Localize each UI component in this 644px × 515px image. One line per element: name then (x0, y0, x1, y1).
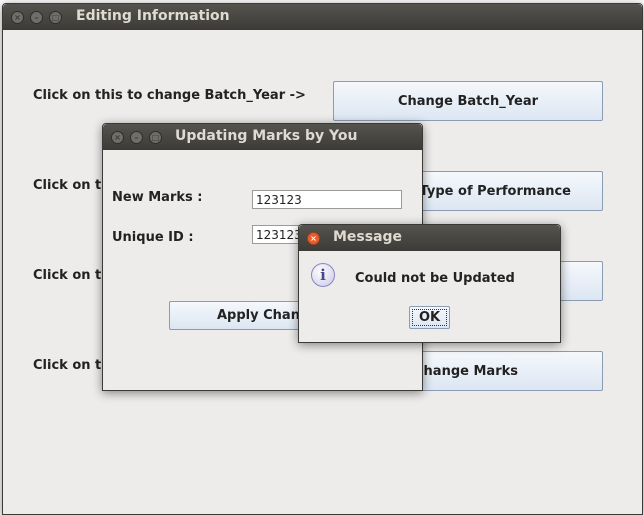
minimize-icon[interactable]: – (30, 11, 43, 24)
apply-changes-label: Apply Chang (217, 308, 310, 323)
info-icon: i (311, 263, 335, 287)
message-text: Could not be Updated (355, 271, 515, 286)
main-titlebar[interactable]: × – □ Editing Information (3, 4, 642, 30)
message-dialog: × Message i Could not be Updated OK (298, 224, 561, 343)
unique-id-label: Unique ID : (112, 230, 194, 245)
minimize-icon[interactable]: – (130, 131, 143, 144)
apply-changes-button[interactable]: Apply Chang (169, 301, 319, 330)
update-dialog-title: Updating Marks by You (175, 128, 358, 144)
update-dialog-titlebar[interactable]: × – □ Updating Marks by You (103, 124, 422, 150)
row3-label: Click on th (33, 268, 111, 283)
new-marks-label: New Marks : (112, 190, 203, 205)
new-marks-input[interactable] (252, 190, 402, 209)
marks-label: Click on th (33, 358, 111, 373)
change-batch-year-button[interactable]: Change Batch_Year (333, 81, 603, 121)
close-icon[interactable]: × (11, 11, 24, 24)
window-title: Editing Information (76, 8, 230, 24)
maximize-icon[interactable]: □ (49, 11, 62, 24)
performance-label: Click on th (33, 178, 111, 193)
close-icon[interactable]: × (307, 232, 320, 245)
batch-year-label: Click on this to change Batch_Year -> (33, 88, 306, 103)
maximize-icon[interactable]: □ (149, 131, 162, 144)
message-title: Message (333, 229, 403, 245)
change-marks-label: Change Marks (414, 363, 518, 379)
ok-button[interactable]: OK (409, 306, 450, 329)
change-performance-label: Type of Performance (419, 183, 571, 199)
message-titlebar[interactable]: × Message (299, 225, 560, 251)
close-icon[interactable]: × (111, 131, 124, 144)
